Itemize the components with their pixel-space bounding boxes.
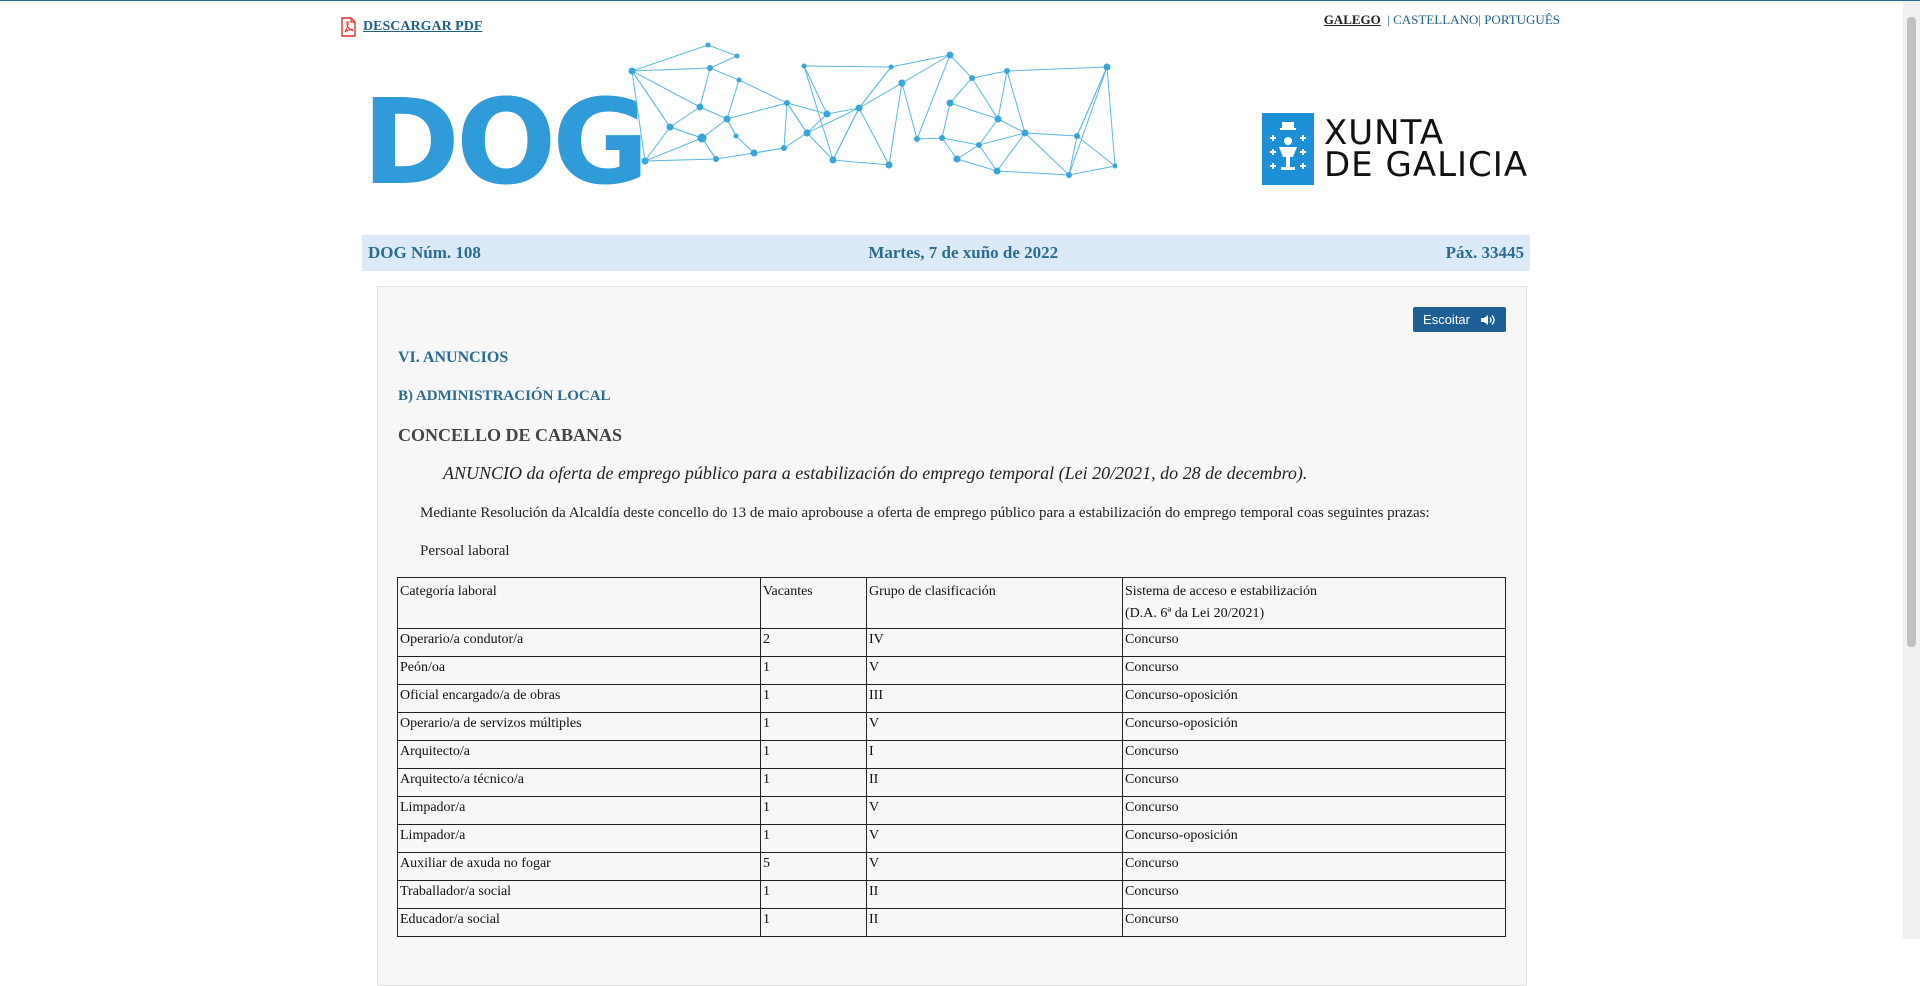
xunta-wordmark: XUNTA DE GALICIA: [1324, 116, 1529, 185]
table-row: Arquitecto/a técnico/a 1 II Concurso: [397, 768, 1506, 797]
issue-info-strip: DOG Núm. 108 Martes, 7 de xuño de 2022 P…: [362, 235, 1530, 271]
cell-vacancies: 5: [760, 852, 867, 881]
xunta-logo: XUNTA DE GALICIA: [1262, 113, 1528, 185]
staff-subtitle: Persoal laboral: [420, 543, 510, 559]
col-header-vacancies: Vacantes: [760, 577, 867, 629]
cell-category: Oficial encargado/a de obras: [397, 684, 761, 713]
cell-category: Operario/a de servizos múltiples: [397, 712, 761, 741]
cell-vacancies: 2: [760, 628, 867, 657]
table-row: Arquitecto/a 1 I Concurso: [397, 740, 1506, 769]
cell-vacancies: 1: [760, 712, 867, 741]
announcement-text: da oferta de emprego público para a esta…: [522, 463, 1308, 483]
issue-date: Martes, 7 de xuño de 2022: [868, 243, 1059, 262]
entity-heading: CONCELLO DE CABANAS: [398, 425, 623, 445]
cell-group: III: [866, 684, 1123, 713]
xunta-line-2: DE GALICIA: [1324, 145, 1529, 185]
cell-access: Concurso-oposición: [1122, 824, 1506, 853]
cell-vacancies: 1: [760, 880, 867, 909]
col-header-category: Categoría laboral: [397, 577, 761, 629]
listen-button[interactable]: Escoitar: [1413, 307, 1506, 332]
access-system-note: (D.A. 6ª da Lei 20/2021): [1125, 606, 1265, 621]
cell-category: Peón/oa: [397, 656, 761, 685]
cell-vacancies: 1: [760, 768, 867, 797]
table-row: Auxiliar de axuda no fogar 5 V Concurso: [397, 852, 1506, 881]
cell-group: IV: [866, 628, 1123, 657]
cell-group: V: [866, 712, 1123, 741]
table-body: Operario/a condutor/a 2 IV Concurso Peón/oa…: [397, 628, 1506, 937]
access-system-label: Sistema de acceso e estabilización: [1125, 584, 1318, 599]
cell-access: Concurso: [1122, 656, 1506, 685]
table-row: Educador/a social 1 II Concurso: [397, 908, 1506, 937]
cell-group: V: [866, 824, 1123, 853]
cell-category: Limpador/a: [397, 824, 761, 853]
download-pdf-link[interactable]: DESCARGAR PDF: [340, 17, 482, 37]
table-row: Limpador/a 1 V Concurso: [397, 796, 1506, 825]
table-header-row: Categoría laboral Vacantes Grupo de clas…: [397, 577, 1506, 629]
vertical-scrollbar[interactable]: [1903, 1, 1920, 939]
cell-group: II: [866, 908, 1123, 937]
cell-group: V: [866, 852, 1123, 881]
announcement-prefix: ANUNCIO: [443, 463, 523, 483]
table-row: Operario/a condutor/a 2 IV Concurso: [397, 628, 1506, 657]
cell-access: Concurso: [1122, 796, 1506, 825]
lang-galego[interactable]: GALEGO: [1324, 12, 1381, 27]
cell-category: Arquitecto/a: [397, 740, 761, 769]
lang-separator: |: [1384, 12, 1394, 27]
download-pdf-label[interactable]: DESCARGAR PDF: [363, 19, 482, 35]
table-row: Limpador/a 1 V Concurso-oposición: [397, 824, 1506, 853]
content-panel: Escoitar VI. ANUNCIOS B) ADMINISTRACIÓN …: [377, 286, 1527, 986]
cell-category: Operario/a condutor/a: [397, 628, 761, 657]
cell-group: V: [866, 656, 1123, 685]
pdf-icon: [341, 17, 356, 37]
cell-access: Concurso: [1122, 628, 1506, 657]
galicia-coat-of-arms-icon: [1262, 113, 1314, 185]
language-switcher: GALEGO | CASTELLANO| PORTUGUÊS: [1324, 12, 1560, 28]
cell-access: Concurso-oposición: [1122, 684, 1506, 713]
header-banner: DOG XUNTA DE GALICIA: [362, 41, 1562, 221]
cell-vacancies: 1: [760, 740, 867, 769]
cell-access: Concurso: [1122, 880, 1506, 909]
issue-number: DOG Núm. 108: [368, 243, 481, 262]
col-header-group: Grupo de clasificación: [866, 577, 1123, 629]
cell-category: Educador/a social: [397, 908, 761, 937]
cell-group: II: [866, 768, 1123, 797]
cell-access: Concurso: [1122, 852, 1506, 881]
cell-vacancies: 1: [760, 796, 867, 825]
cell-access: Concurso: [1122, 908, 1506, 937]
page-number: Páx. 33445: [1445, 243, 1524, 262]
cell-group: II: [866, 880, 1123, 909]
table-row: Traballador/a social 1 II Concurso: [397, 880, 1506, 909]
announcement-title: ANUNCIO da oferta de emprego público par…: [443, 463, 1307, 484]
cell-category: Arquitecto/a técnico/a: [397, 768, 761, 797]
cell-category: Limpador/a: [397, 796, 761, 825]
table-row: Oficial encargado/a de obras 1 III Concurso…: [397, 684, 1506, 713]
cell-group: I: [866, 740, 1123, 769]
lang-portugues[interactable]: PORTUGUÊS: [1484, 12, 1560, 27]
cell-vacancies: 1: [760, 684, 867, 713]
body-paragraph: Mediante Resolución da Alcaldía deste co…: [420, 505, 1430, 521]
listen-label: Escoitar: [1423, 312, 1470, 327]
lang-castellano[interactable]: CASTELLANO: [1393, 12, 1478, 27]
col-header-access-system: Sistema de acceso e estabilización (D.A. …: [1122, 577, 1506, 629]
positions-table: Categoría laboral Vacantes Grupo de clas…: [397, 577, 1506, 937]
speaker-icon: [1481, 314, 1495, 325]
table-row: Peón/oa 1 V Concurso: [397, 656, 1506, 685]
scrollbar-thumb[interactable]: [1907, 17, 1916, 647]
cell-vacancies: 1: [760, 824, 867, 853]
table-row: Operario/a de servizos múltiples 1 V Concur…: [397, 712, 1506, 741]
subsection-heading: B) ADMINISTRACIÓN LOCAL: [398, 388, 611, 404]
cell-category: Traballador/a social: [397, 880, 761, 909]
cell-vacancies: 1: [760, 656, 867, 685]
network-graphic: [628, 42, 1118, 178]
cell-group: V: [866, 796, 1123, 825]
cell-category: Auxiliar de axuda no fogar: [397, 852, 761, 881]
section-heading: VI. ANUNCIOS: [398, 349, 509, 366]
cell-access: Concurso-oposición: [1122, 712, 1506, 741]
cell-vacancies: 1: [760, 908, 867, 937]
cell-access: Concurso: [1122, 768, 1506, 797]
cell-access: Concurso: [1122, 740, 1506, 769]
